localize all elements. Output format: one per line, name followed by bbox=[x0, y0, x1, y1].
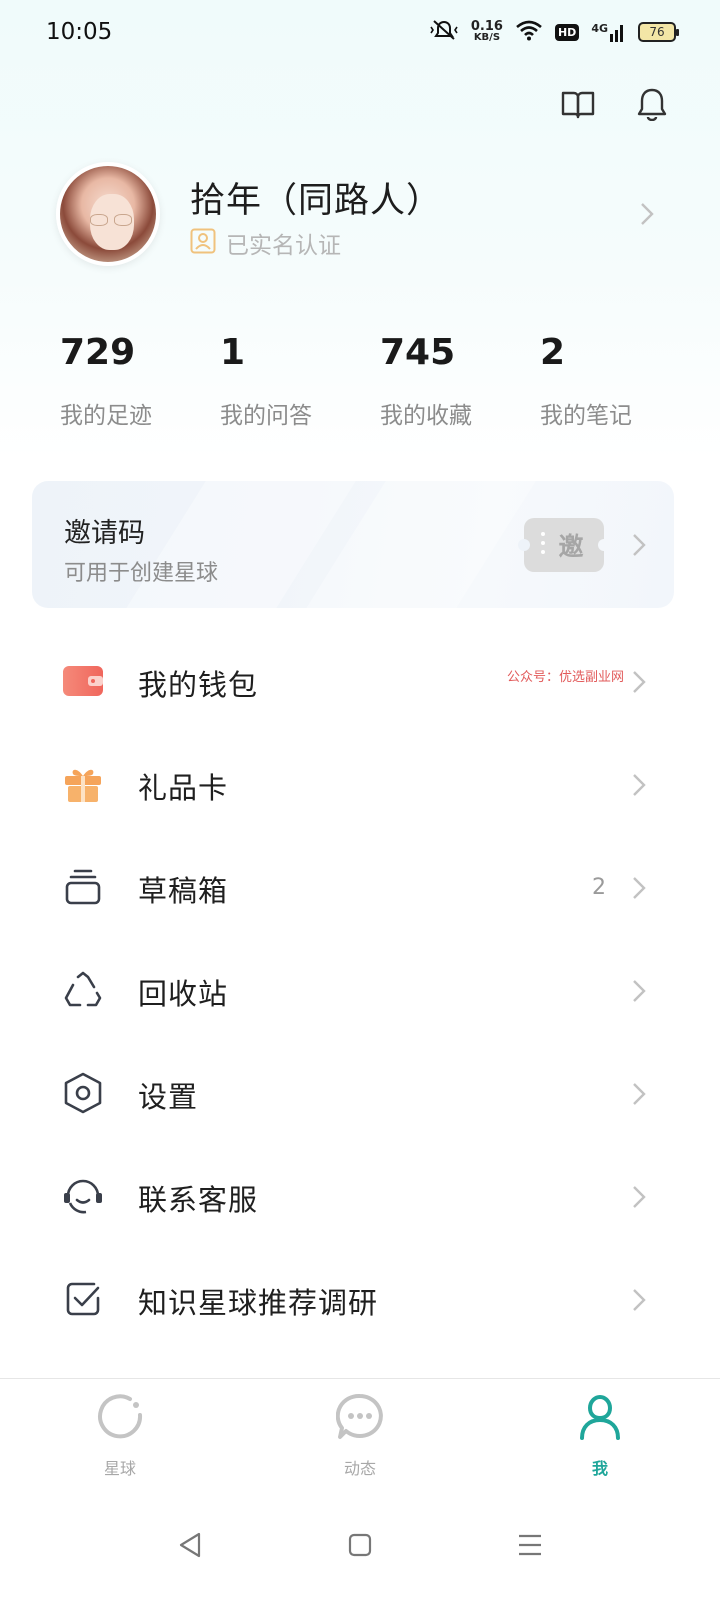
network-speed: 0.16 KB/S bbox=[470, 19, 503, 43]
menu-label: 设置 bbox=[138, 1080, 199, 1114]
home-icon[interactable] bbox=[340, 1525, 380, 1565]
drafts-count: 2 bbox=[592, 875, 606, 900]
chevron-right-icon bbox=[632, 876, 646, 904]
chevron-right-icon bbox=[632, 979, 646, 1007]
chevron-right-icon bbox=[632, 533, 646, 561]
drafts-icon bbox=[62, 866, 104, 908]
battery-indicator: 76 bbox=[638, 22, 679, 42]
tab-label: 动态 bbox=[343, 1459, 376, 1478]
status-time: 10:05 bbox=[46, 19, 113, 45]
person-icon bbox=[574, 1391, 626, 1443]
chevron-right-icon bbox=[632, 1288, 646, 1316]
menu-label: 礼品卡 bbox=[138, 771, 229, 805]
menu-item-survey[interactable]: 知识星球推荐调研 bbox=[0, 1246, 720, 1349]
invite-subtitle: 可用于创建星球 bbox=[64, 561, 219, 586]
recents-icon[interactable] bbox=[510, 1525, 550, 1565]
gift-icon bbox=[62, 763, 104, 805]
stat-label: 我的问答 bbox=[220, 403, 312, 429]
headset-icon bbox=[62, 1175, 104, 1217]
chevron-right-icon bbox=[632, 773, 646, 801]
tab-activity[interactable]: 动态 bbox=[290, 1379, 430, 1488]
system-navigation-bar bbox=[0, 1490, 720, 1600]
stat-value: 1 bbox=[220, 332, 246, 373]
invite-ticket-icon: 邀 bbox=[518, 518, 610, 572]
chevron-right-icon bbox=[632, 1185, 646, 1213]
profile-header[interactable]: 拾年（同路人） 已实名认证 bbox=[56, 162, 666, 272]
menu-item-settings[interactable]: 设置 bbox=[0, 1040, 720, 1143]
back-icon[interactable] bbox=[170, 1525, 210, 1565]
wifi-icon bbox=[515, 19, 543, 45]
verification-status: 已实名认证 bbox=[190, 226, 341, 260]
menu-item-gift-card[interactable]: 礼品卡 bbox=[0, 731, 720, 834]
menu-label: 草稿箱 bbox=[138, 874, 229, 908]
bell-icon[interactable] bbox=[634, 86, 670, 122]
menu-item-recycle-bin[interactable]: 回收站 bbox=[0, 937, 720, 1040]
menu-label: 我的钱包 bbox=[138, 668, 259, 702]
stat-label: 我的笔记 bbox=[540, 403, 632, 429]
menu-item-customer-service[interactable]: 联系客服 bbox=[0, 1143, 720, 1246]
watermark-text: 公众号：优选副业网 bbox=[507, 670, 625, 685]
invite-title: 邀请码 bbox=[64, 518, 145, 549]
verification-label: 已实名认证 bbox=[226, 233, 341, 259]
stat-value: 745 bbox=[380, 332, 456, 373]
menu-label: 联系客服 bbox=[138, 1183, 259, 1217]
book-icon[interactable] bbox=[560, 86, 596, 122]
chevron-right-icon bbox=[640, 202, 654, 230]
tab-label: 我 bbox=[591, 1459, 608, 1478]
stat-notes[interactable]: 2 我的笔记 bbox=[540, 332, 700, 430]
chevron-right-icon bbox=[632, 1082, 646, 1110]
hd-badge: HD bbox=[554, 23, 580, 41]
menu-list: 我的钱包 公众号：优选副业网 礼品卡 草稿箱 2 回收站 设置 联系客服 知识星… bbox=[0, 628, 720, 1349]
avatar[interactable] bbox=[56, 162, 160, 266]
menu-label: 知识星球推荐调研 bbox=[138, 1286, 379, 1320]
survey-icon bbox=[62, 1278, 104, 1320]
status-bar: 10:05 0.16 KB/S HD 4G 76 bbox=[0, 0, 720, 64]
stat-value: 2 bbox=[540, 332, 566, 373]
invite-code-card[interactable]: 邀请码 可用于创建星球 邀 bbox=[32, 481, 674, 608]
profile-name: 拾年（同路人） bbox=[190, 181, 443, 221]
chat-icon bbox=[334, 1391, 386, 1443]
settings-icon bbox=[62, 1072, 104, 1114]
tab-label: 星球 bbox=[103, 1459, 136, 1478]
status-icons: 0.16 KB/S HD 4G 76 bbox=[429, 19, 679, 45]
menu-item-wallet[interactable]: 我的钱包 公众号：优选副业网 bbox=[0, 628, 720, 731]
tab-planet[interactable]: 星球 bbox=[50, 1379, 190, 1488]
stat-label: 我的足迹 bbox=[60, 403, 152, 429]
stat-favorites[interactable]: 745 我的收藏 bbox=[380, 332, 540, 430]
id-card-icon bbox=[190, 228, 216, 258]
stat-label: 我的收藏 bbox=[380, 403, 472, 429]
stat-qa[interactable]: 1 我的问答 bbox=[220, 332, 380, 430]
menu-item-drafts[interactable]: 草稿箱 2 bbox=[0, 834, 720, 937]
stat-footprints[interactable]: 729 我的足迹 bbox=[60, 332, 220, 430]
menu-label: 回收站 bbox=[138, 977, 229, 1011]
recycle-icon bbox=[62, 969, 104, 1011]
bottom-tab-bar: 星球 动态 我 bbox=[0, 1378, 720, 1488]
chevron-right-icon bbox=[632, 670, 646, 698]
stat-value: 729 bbox=[60, 332, 136, 373]
wallet-icon bbox=[62, 660, 104, 702]
tab-me[interactable]: 我 bbox=[530, 1379, 670, 1488]
stats-row: 729 我的足迹 1 我的问答 745 我的收藏 2 我的笔记 bbox=[60, 332, 700, 430]
mute-icon bbox=[429, 19, 459, 45]
cellular-signal-icon: 4G bbox=[591, 22, 626, 42]
planet-icon bbox=[94, 1391, 146, 1443]
header-actions bbox=[560, 86, 670, 122]
